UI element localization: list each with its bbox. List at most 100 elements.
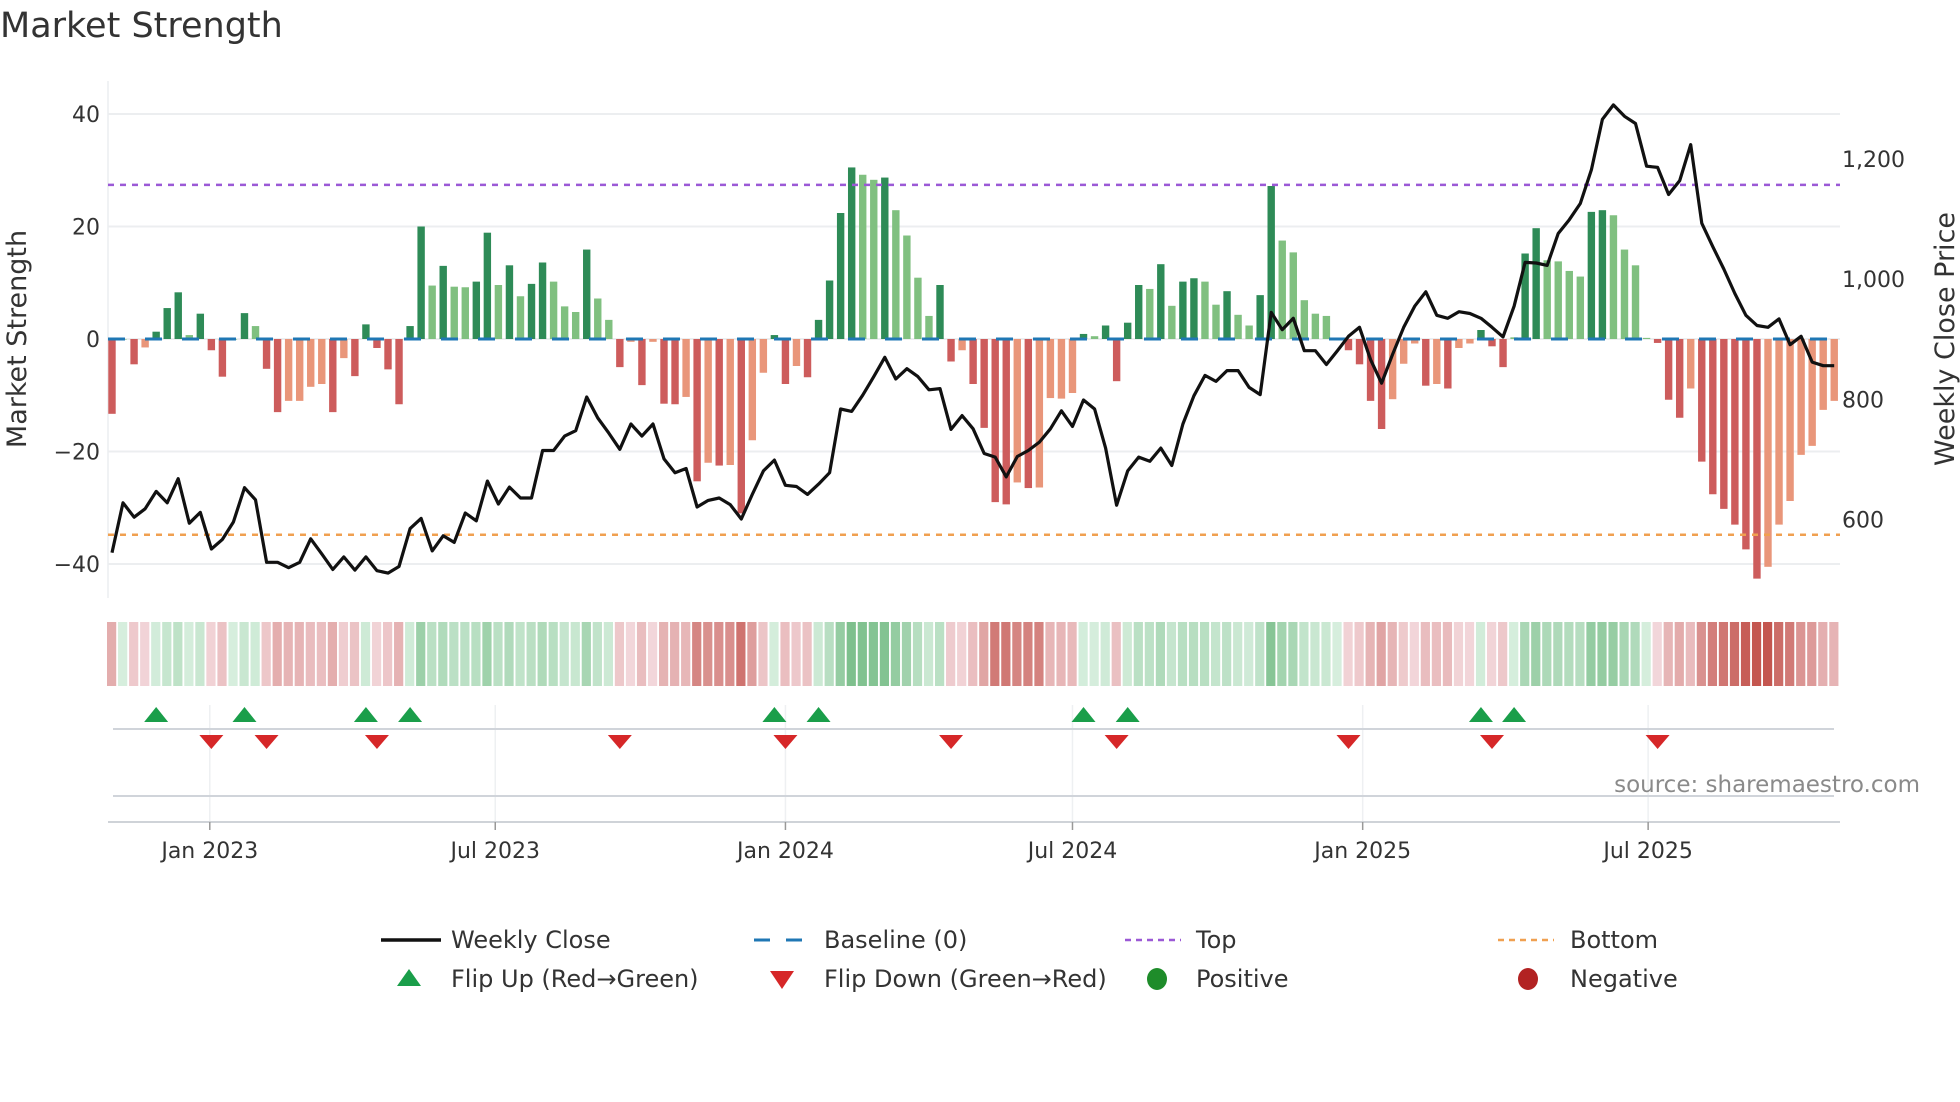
heatmap-cell xyxy=(1310,622,1320,686)
strength-bar xyxy=(1797,339,1805,455)
legend-label: Flip Down (Green→Red) xyxy=(824,965,1107,993)
heatmap-cell xyxy=(1365,622,1375,686)
circle-icon xyxy=(1147,968,1167,990)
heatmap-cell xyxy=(769,622,779,686)
flip-up-marker xyxy=(1115,707,1140,722)
strength-bar xyxy=(1764,339,1772,567)
heatmap-cell xyxy=(338,622,349,686)
strength-bar xyxy=(417,226,425,339)
strength-bar xyxy=(638,339,646,386)
heatmap-cell xyxy=(1729,622,1740,686)
strength-bar xyxy=(1631,265,1640,339)
heatmap-cell xyxy=(316,622,326,686)
y-tick-label: 0 xyxy=(86,328,100,353)
legend-label: Top xyxy=(1195,926,1237,954)
heatmap-cell xyxy=(1255,622,1265,686)
strength-bar xyxy=(461,287,469,339)
x-tick-label: Jan 2024 xyxy=(735,839,834,864)
strength-bar xyxy=(549,281,558,339)
heatmap-cell xyxy=(1453,622,1464,686)
heatmap-cell xyxy=(1288,622,1298,686)
heatmap-cell xyxy=(946,622,956,686)
strength-bar xyxy=(825,280,834,339)
strength-bar xyxy=(1090,336,1099,339)
strength-bar xyxy=(505,265,514,339)
triangle-down-icon xyxy=(770,971,794,989)
flip-up-marker xyxy=(762,707,787,722)
heatmap-cell xyxy=(603,622,613,686)
heatmap-cell xyxy=(327,622,337,686)
strength-bar xyxy=(130,339,138,365)
strength-bar xyxy=(218,339,227,377)
strength-bar xyxy=(174,292,182,339)
heatmap-cell xyxy=(1475,622,1486,686)
heatmap-cell xyxy=(990,622,1000,686)
strength-bar xyxy=(1256,295,1264,339)
strength-bar xyxy=(991,339,999,503)
flip-down-marker xyxy=(773,735,798,749)
heatmap-cell xyxy=(1663,622,1673,686)
heatmap-cell xyxy=(449,622,459,686)
strength-bar xyxy=(295,339,304,401)
heatmap-cell xyxy=(1166,622,1177,686)
strength-bar xyxy=(450,286,458,339)
heatmap-cell xyxy=(1376,622,1386,686)
heatmap-cell xyxy=(659,622,669,686)
heatmap-cell xyxy=(758,622,768,686)
strength-bar xyxy=(693,339,701,482)
strength-bar xyxy=(1554,261,1562,339)
y-axis-label: Market Strength xyxy=(2,230,33,448)
y-tick-label: 20 xyxy=(72,216,100,241)
heatmap-cell xyxy=(416,622,426,686)
market-strength-chart: 40 20 0 −20 −40 1,200 1,000 800 600 Market Streng… xyxy=(2,81,1960,993)
strength-bar xyxy=(594,298,602,339)
flip-down-marker xyxy=(1336,735,1361,749)
flip-down-marker xyxy=(607,735,632,749)
strength-bar xyxy=(1399,339,1408,364)
heatmap-cell xyxy=(217,622,227,686)
heatmap-cell xyxy=(1155,622,1165,686)
strength-bar xyxy=(814,319,823,339)
strength-bar xyxy=(1675,339,1684,418)
strength-bar xyxy=(1532,228,1540,339)
heatmap-cell xyxy=(173,622,183,686)
strength-heatmap xyxy=(107,622,1839,686)
flip-up-marker xyxy=(1502,707,1527,722)
heatmap-cell xyxy=(305,622,315,686)
heatmap-cell xyxy=(107,622,117,686)
heatmap-cell xyxy=(1785,622,1795,686)
strength-bar xyxy=(329,339,337,413)
legend-label: Weekly Close xyxy=(451,926,611,954)
strength-bar xyxy=(1830,339,1838,401)
heatmap-cell xyxy=(846,622,856,686)
y-tick-label: −20 xyxy=(54,441,100,466)
heatmap-cell xyxy=(670,622,680,686)
strength-bar xyxy=(1720,339,1728,509)
strength-bar xyxy=(1753,339,1761,579)
heatmap-cell xyxy=(725,622,735,686)
heatmap-cell xyxy=(1222,622,1232,686)
heatmap-cell xyxy=(427,622,437,686)
heatmap-cell xyxy=(1608,622,1618,686)
heatmap-cell xyxy=(1564,622,1574,686)
strength-bar xyxy=(108,339,116,414)
heatmap-cell xyxy=(515,622,525,686)
heatmap-cell xyxy=(1707,622,1717,686)
heatmap-cell xyxy=(1531,622,1541,686)
heatmap-cell xyxy=(1012,622,1022,686)
heatmap-cell xyxy=(1420,622,1430,686)
flip-up-marker xyxy=(144,707,169,722)
heatmap-cell xyxy=(1740,622,1751,686)
strength-bar xyxy=(1168,305,1176,339)
flip-down-marker xyxy=(939,735,964,749)
heatmap-cell xyxy=(559,622,569,686)
strength-bar xyxy=(472,281,481,339)
strength-bar xyxy=(1355,339,1364,365)
heatmap-cell xyxy=(548,622,558,686)
legend-item: Negative xyxy=(1518,965,1678,993)
heatmap-cell xyxy=(151,622,161,686)
strength-bar xyxy=(1112,339,1121,382)
heatmap-cell xyxy=(1409,622,1419,686)
y2-tick-label: 600 xyxy=(1842,509,1884,534)
legend-item: Baseline (0) xyxy=(754,926,967,954)
